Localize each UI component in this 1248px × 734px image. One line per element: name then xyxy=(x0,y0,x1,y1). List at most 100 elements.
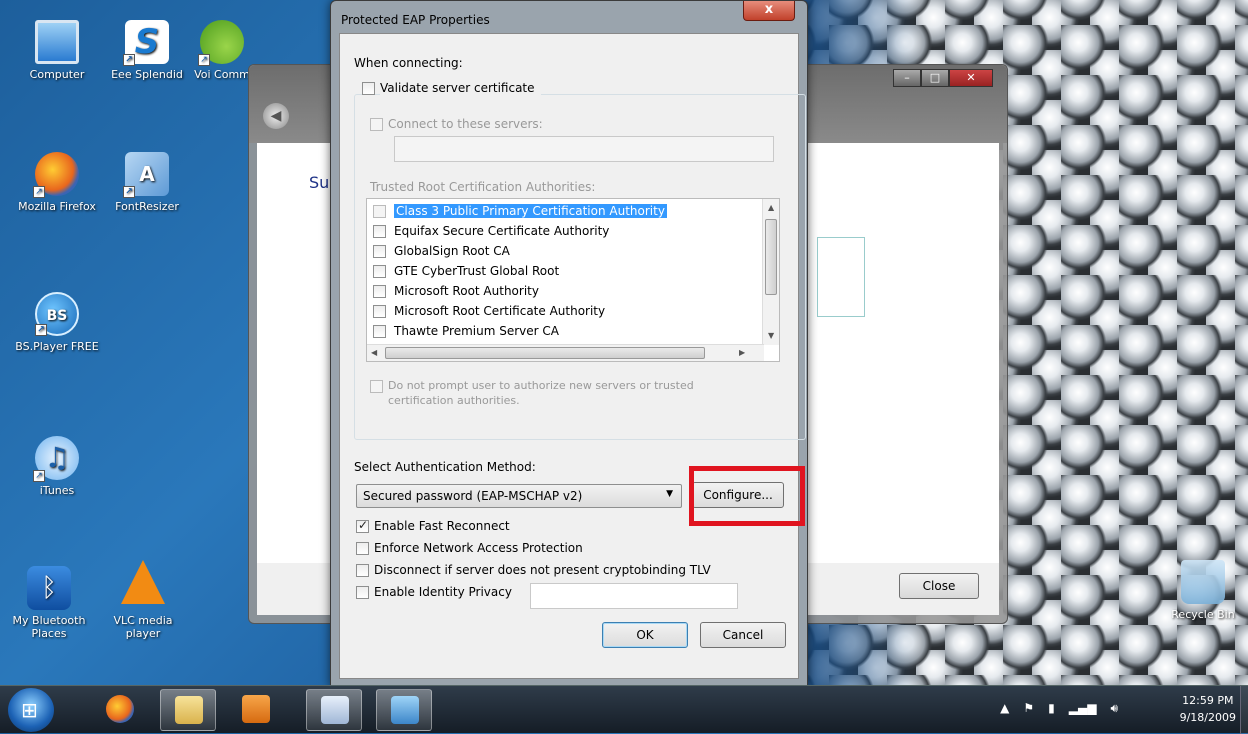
desktop-icon-eee-splendid[interactable]: S ↗ Eee Splendid xyxy=(102,20,192,81)
validate-cert-label: Validate server certificate xyxy=(380,81,541,95)
list-item-checkbox[interactable] xyxy=(373,204,386,218)
taskbar-explorer[interactable] xyxy=(160,689,216,731)
itunes-icon: ♫ ↗ xyxy=(33,436,79,482)
identity-privacy-checkbox[interactable] xyxy=(356,586,369,599)
dialog-close-button[interactable]: x xyxy=(743,1,795,21)
desktop-icon-fontresizer[interactable]: A ↗ FontResizer xyxy=(102,152,192,213)
scroll-right-icon[interactable]: ▶ xyxy=(739,348,745,357)
enforce-nap-checkbox[interactable] xyxy=(356,542,369,555)
identity-input[interactable] xyxy=(530,583,738,609)
scroll-left-icon[interactable]: ◀ xyxy=(371,348,377,357)
cryptobinding-label: Disconnect if server does not present cr… xyxy=(374,563,711,577)
list-item[interactable]: Microsoft Root Certificate Authority xyxy=(373,301,605,321)
scroll-up-icon[interactable]: ▲ xyxy=(768,203,774,212)
taskbar-network[interactable] xyxy=(376,689,432,731)
no-prompt-checkbox[interactable] xyxy=(370,380,383,393)
desktop-icon-vlc[interactable]: VLC media player xyxy=(98,560,188,640)
desktop-icon-computer[interactable]: Computer xyxy=(12,20,102,81)
clock-date: 9/18/2009 xyxy=(1179,711,1236,724)
list-item-checkbox[interactable] xyxy=(373,304,386,318)
system-tray: ▲ ⚑ ▮ ▂▄▆ 🔊︎ xyxy=(1000,701,1118,716)
identity-privacy-label: Enable Identity Privacy xyxy=(374,585,512,599)
servers-input[interactable] xyxy=(394,136,774,162)
desktop-icon-label: BS.Player FREE xyxy=(15,340,99,353)
windows-logo-icon: ⊞ xyxy=(21,698,38,722)
list-item-checkbox[interactable] xyxy=(373,244,386,258)
maximize-button[interactable]: □ xyxy=(921,69,949,87)
list-item[interactable]: Equifax Secure Certificate Authority xyxy=(373,221,609,241)
shortcut-arrow-icon: ↗ xyxy=(35,324,47,336)
taskbar: ⊞ ▲ ⚑ ▮ ▂▄▆ 🔊︎ 12:59 PM 9/18/2009 xyxy=(0,685,1248,734)
list-item[interactable]: Thawte Premium Server CA xyxy=(373,321,559,341)
show-desktop-button[interactable] xyxy=(1240,686,1248,734)
list-item-label: Class 3 Public Primary Certification Aut… xyxy=(394,204,667,218)
fontresizer-icon: A ↗ xyxy=(123,152,169,198)
horizontal-scrollbar[interactable]: ◀ ▶ xyxy=(367,344,764,361)
no-prompt-label: Do not prompt user to authorize new serv… xyxy=(388,379,694,392)
dropdown-arrow-icon: ▼ xyxy=(666,489,673,499)
when-connecting-label: When connecting: xyxy=(354,56,463,70)
desktop-icon-voip[interactable]: ↗ Voi Comm xyxy=(192,20,252,81)
desktop-icon-bsplayer[interactable]: BS ↗ BS.Player FREE xyxy=(12,292,102,353)
fast-reconnect-checkbox[interactable] xyxy=(356,518,369,533)
scroll-thumb[interactable] xyxy=(385,347,705,359)
list-item-checkbox[interactable] xyxy=(373,224,386,238)
list-item-label: Microsoft Root Authority xyxy=(394,284,539,298)
desktop-icon-firefox[interactable]: ↗ Mozilla Firefox xyxy=(12,152,102,213)
connect-servers-checkbox[interactable] xyxy=(370,118,383,131)
media-player-icon xyxy=(242,695,270,723)
validate-cert-checkbox[interactable] xyxy=(362,82,375,95)
voip-icon: ↗ xyxy=(198,20,244,66)
cryptobinding-checkbox[interactable] xyxy=(356,564,369,577)
ok-button[interactable]: OK xyxy=(602,622,688,648)
list-item-checkbox[interactable] xyxy=(373,284,386,298)
list-item-checkbox[interactable] xyxy=(373,324,386,338)
desktop-icon-itunes[interactable]: ♫ ↗ iTunes xyxy=(12,436,102,497)
start-button[interactable]: ⊞ xyxy=(8,688,54,732)
back-arrow-icon[interactable]: ◀ xyxy=(263,103,289,129)
enforce-nap-label: Enforce Network Access Protection xyxy=(374,541,583,555)
cert-authority-list[interactable]: Class 3 Public Primary Certification Aut… xyxy=(366,198,780,362)
scroll-down-icon[interactable]: ▼ xyxy=(768,331,774,340)
minimize-button[interactable]: – xyxy=(893,69,921,87)
desktop-icon-label: VLC media player xyxy=(113,614,173,640)
desktop-icon-label: Recycle Bin xyxy=(1171,608,1235,621)
shortcut-arrow-icon: ↗ xyxy=(123,54,135,66)
recycle-bin-icon xyxy=(1181,560,1225,604)
list-item-checkbox[interactable] xyxy=(373,264,386,278)
computer-icon xyxy=(35,20,79,64)
auth-method-select[interactable]: Secured password (EAP-MSCHAP v2) ▼ xyxy=(356,484,682,508)
scroll-thumb[interactable] xyxy=(765,219,777,295)
taskbar-firefox[interactable] xyxy=(92,689,148,731)
window-controls: – □ ✕ xyxy=(893,69,993,87)
list-item[interactable]: Class 3 Public Primary Certification Aut… xyxy=(373,201,667,221)
volume-icon[interactable]: 🔊︎ xyxy=(1110,701,1118,716)
desktop-icon-label: Eee Splendid xyxy=(111,68,183,81)
clock[interactable]: 12:59 PM 9/18/2009 xyxy=(1180,692,1236,726)
list-item[interactable]: GlobalSign Root CA xyxy=(373,241,510,261)
connect-servers-label: Connect to these servers: xyxy=(388,117,543,131)
action-center-flag-icon[interactable]: ⚑ xyxy=(1023,701,1034,716)
list-item[interactable]: Microsoft Root Authority xyxy=(373,281,539,301)
fast-reconnect-label: Enable Fast Reconnect xyxy=(374,519,510,533)
close-button[interactable]: Close xyxy=(899,573,979,599)
taskbar-media-player[interactable] xyxy=(228,689,284,731)
clock-time: 12:59 PM xyxy=(1182,694,1234,707)
window-close-button[interactable]: ✕ xyxy=(949,69,993,87)
battery-icon[interactable]: ▮ xyxy=(1048,701,1055,716)
list-item-label: Equifax Secure Certificate Authority xyxy=(394,224,610,238)
bsplayer-icon: BS ↗ xyxy=(35,292,79,336)
dialog-title: Protected EAP Properties xyxy=(341,13,490,27)
cancel-button[interactable]: Cancel xyxy=(700,622,786,648)
vertical-scrollbar[interactable]: ▲ ▼ xyxy=(762,199,779,345)
show-hidden-icons-icon[interactable]: ▲ xyxy=(1000,701,1009,716)
peap-properties-dialog: Protected EAP Properties x When connecti… xyxy=(330,0,808,688)
list-item[interactable]: GTE CyberTrust Global Root xyxy=(373,261,559,281)
splendid-icon: S ↗ xyxy=(123,20,169,66)
wifi-signal-icon[interactable]: ▂▄▆ xyxy=(1069,701,1097,716)
taskbar-word[interactable] xyxy=(306,689,362,731)
desktop-icon-label: My Bluetooth Places xyxy=(12,614,86,640)
auth-method-value: Secured password (EAP-MSCHAP v2) xyxy=(363,489,583,503)
desktop-icon-bluetooth[interactable]: ᛒ My Bluetooth Places xyxy=(4,566,94,640)
desktop-icon-recycle-bin[interactable]: Recycle Bin xyxy=(1158,560,1248,621)
